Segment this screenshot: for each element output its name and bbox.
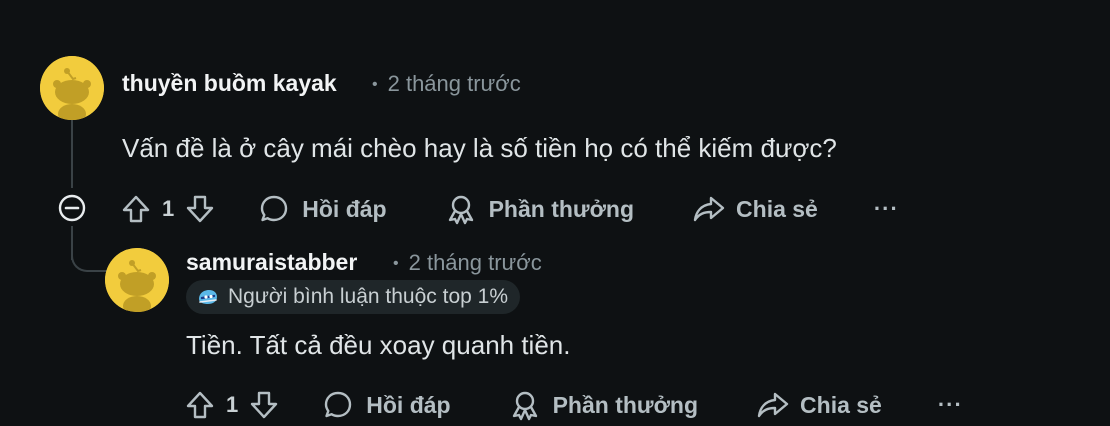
more-options-button[interactable]: ··· (938, 392, 963, 418)
reply-button[interactable]: Hồi đáp (322, 389, 451, 421)
collapse-minus-icon (58, 194, 86, 222)
comment-body: Vấn đề là ở cây mái chèo hay là số tiền … (122, 133, 837, 163)
top-commenter-icon (196, 287, 220, 307)
username[interactable]: samuraistabber (186, 249, 357, 276)
meta-separator: • (372, 76, 378, 93)
meta-separator: • (393, 255, 399, 272)
comment-body: Tiền. Tất cả đều xoay quanh tiền. (186, 330, 571, 360)
award-label: Phần thưởng (488, 195, 635, 222)
speech-bubble-icon (325, 391, 352, 418)
more-options-button[interactable]: ··· (874, 196, 899, 222)
award-ribbon-icon (448, 195, 473, 225)
award-ribbon-icon (512, 391, 537, 421)
snoo-avatar-icon (40, 56, 104, 120)
share-label: Chia sẻ (736, 195, 818, 222)
collapse-button[interactable] (57, 193, 87, 223)
avatar[interactable] (40, 56, 104, 120)
share-button[interactable]: Chia sẻ (756, 389, 882, 421)
avatar[interactable] (105, 248, 169, 312)
snoo-avatar-icon (105, 248, 169, 312)
downvote-arrow-icon (251, 391, 278, 419)
award-label: Phần thưởng (552, 391, 699, 418)
upvote-button[interactable] (184, 389, 216, 421)
award-button[interactable]: Phần thưởng (445, 193, 634, 225)
user-flair: Người bình luận thuộc top 1% (186, 280, 521, 314)
comment-meta: • 2 tháng trước (372, 71, 521, 97)
vote-count: 1 (226, 392, 239, 417)
reply-label: Hồi đáp (302, 195, 387, 222)
comment-meta: • 2 tháng trước (393, 250, 542, 276)
share-arrow-icon (757, 392, 789, 418)
vote-count: 1 (162, 196, 175, 221)
reply-label: Hồi đáp (366, 391, 451, 418)
timestamp[interactable]: 2 tháng trước (409, 250, 542, 275)
flair-label: Người bình luận thuộc top 1% (228, 285, 509, 308)
comment-actions: 1 Hồi đáp Phần thưởng Chia sẻ ··· (120, 189, 899, 229)
speech-bubble-icon (261, 195, 288, 222)
upvote-button[interactable] (120, 193, 152, 225)
award-button[interactable]: Phần thưởng (509, 389, 698, 421)
downvote-button[interactable] (184, 193, 216, 225)
downvote-arrow-icon (187, 195, 214, 223)
reply-button[interactable]: Hồi đáp (258, 193, 387, 225)
share-button[interactable]: Chia sẻ (692, 193, 818, 225)
share-arrow-icon (693, 196, 725, 222)
share-label: Chia sẻ (800, 391, 882, 418)
upvote-arrow-icon (186, 391, 214, 419)
thread-line-vertical (71, 120, 73, 188)
timestamp[interactable]: 2 tháng trước (388, 71, 521, 96)
comment-actions: 1 Hồi đáp Phần thưởng Chia sẻ ··· (184, 385, 963, 425)
username[interactable]: thuyền buồm kayak (122, 70, 337, 97)
upvote-arrow-icon (122, 195, 150, 223)
downvote-button[interactable] (248, 389, 280, 421)
